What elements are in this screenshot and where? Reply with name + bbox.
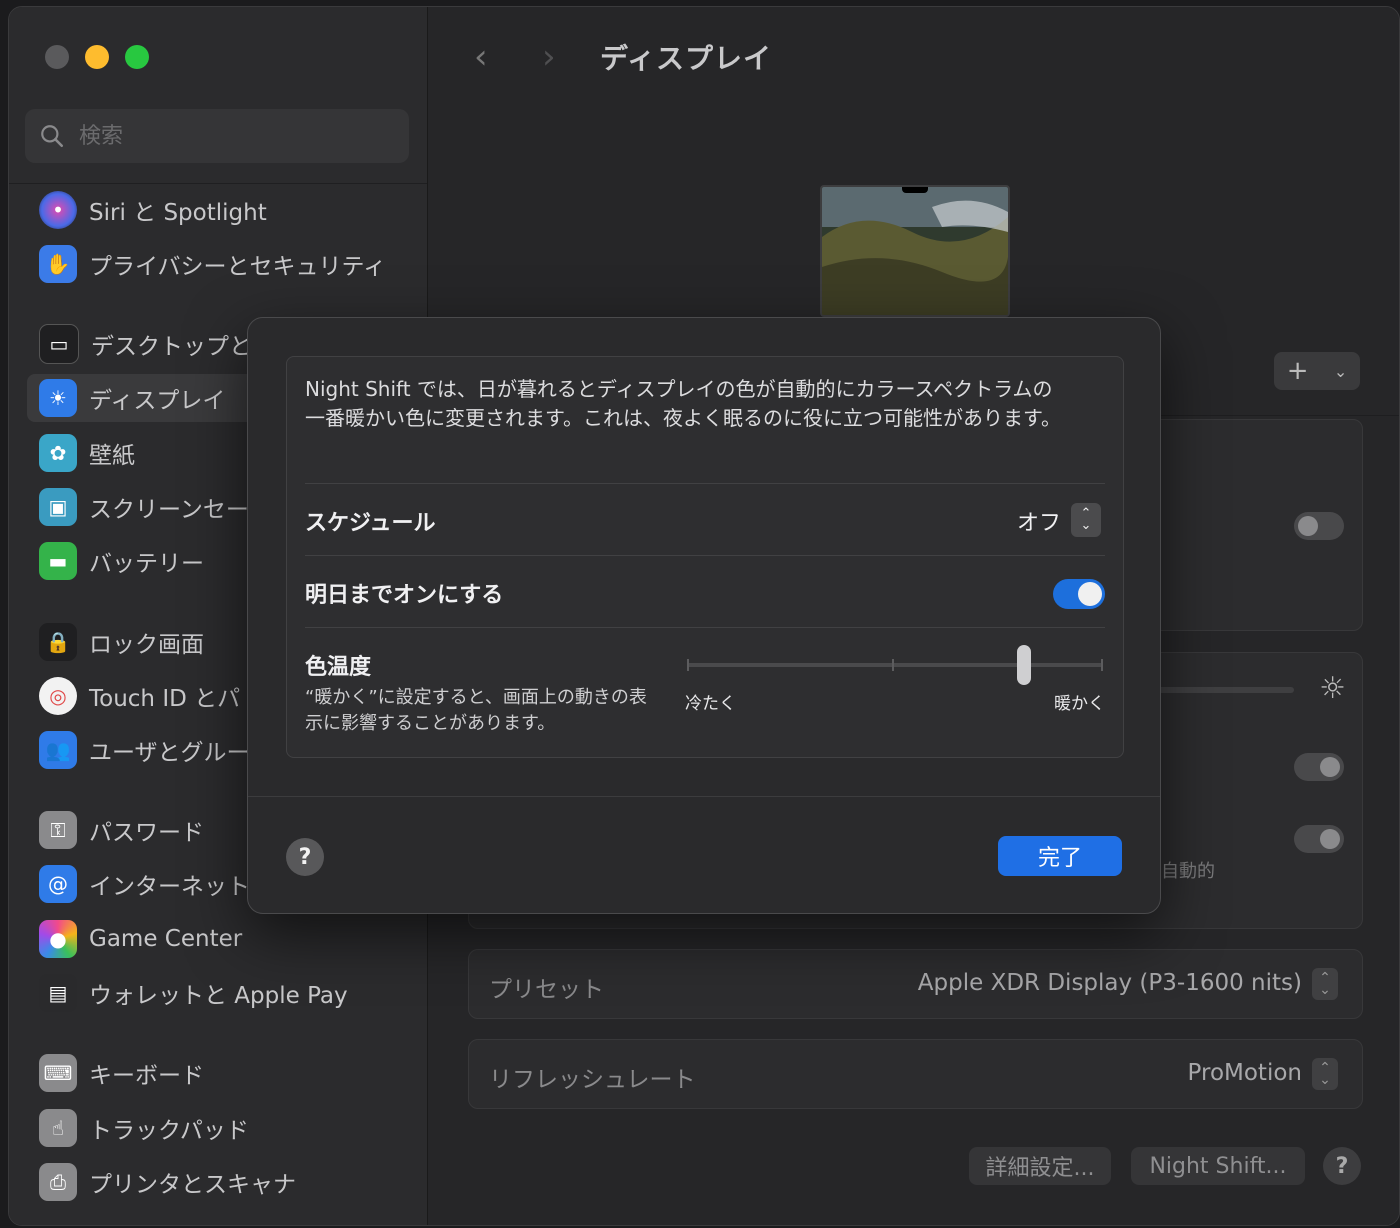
true-tone-toggle[interactable]: [1294, 825, 1344, 853]
slider-thumb[interactable]: [1017, 645, 1031, 685]
wallpaper-preview: [822, 187, 1008, 315]
dock-icon: ▭: [39, 324, 79, 364]
chevron-down-icon: ⌄: [1333, 361, 1348, 381]
help-button[interactable]: ?: [1323, 1147, 1361, 1185]
sidebar-item-label: デスクトップと: [91, 334, 252, 360]
minimize-button[interactable]: [85, 45, 109, 69]
sheet-help-button[interactable]: ?: [286, 838, 324, 876]
trackpad-icon: ☝: [39, 1109, 77, 1147]
refresh-rate-value: ProMotion: [1187, 1060, 1302, 1086]
zoom-button[interactable]: [125, 45, 149, 69]
advanced-button[interactable]: 詳細設定...: [969, 1147, 1111, 1185]
sidebar-item-wallet[interactable]: ▤ ウォレットと Apple Pay: [27, 969, 407, 1017]
back-chevron-icon[interactable]: ‹: [474, 37, 488, 77]
sidebar-item-label: ディスプレイ: [89, 388, 226, 414]
until-tomorrow-toggle[interactable]: [1053, 579, 1105, 609]
sidebar-item-label: スクリーンセー: [89, 497, 249, 523]
fingerprint-icon: ◎: [39, 677, 77, 715]
preset-value: Apple XDR Display (P3-1600 nits): [917, 970, 1302, 996]
close-button[interactable]: [45, 45, 69, 69]
lock-icon: 🔒: [39, 623, 77, 661]
sidebar-item-keyboard[interactable]: ⌨ キーボード: [27, 1049, 407, 1097]
sidebar-item-label: トラックパッド: [89, 1118, 249, 1144]
sidebar-item-siri[interactable]: • Siri と Spotlight: [27, 186, 407, 234]
refresh-rate-row[interactable]: リフレッシュレート ProMotion ⌃ ⌄: [468, 1039, 1363, 1109]
game-center-icon: ●: [39, 920, 77, 958]
behind-toggle[interactable]: [1294, 512, 1344, 540]
color-temp-note: “暖かく”に設定すると、画面上の動きの表示に影響することがあります。: [305, 687, 647, 734]
plus-icon: +: [1286, 356, 1309, 386]
printer-icon: ⎙: [39, 1163, 77, 1201]
night-shift-panel: Night Shift では、日が暮れるとディスプレイの色が自動的にカラースペク…: [286, 356, 1124, 758]
wallet-icon: ▤: [39, 974, 77, 1012]
refresh-rate-label: リフレッシュレート: [489, 1067, 696, 1093]
sidebar-item-label: キーボード: [89, 1063, 204, 1089]
auto-brightness-toggle[interactable]: [1294, 753, 1344, 781]
window-controls: [45, 45, 149, 69]
refresh-stepper-icon[interactable]: ⌃ ⌄: [1312, 1058, 1338, 1090]
sidebar-item-label: 壁紙: [89, 443, 135, 469]
sun-icon: ☀: [39, 379, 77, 417]
preset-row[interactable]: プリセット Apple XDR Display (P3-1600 nits) ⌃…: [468, 949, 1363, 1019]
search-icon: [41, 125, 64, 148]
preset-stepper-icon[interactable]: ⌃ ⌄: [1312, 968, 1338, 1000]
until-tomorrow-label: 明日までオンにする: [305, 583, 504, 608]
done-button[interactable]: 完了: [998, 836, 1122, 876]
night-shift-sheet: Night Shift では、日が暮れるとディスプレイの色が自動的にカラースペク…: [247, 317, 1161, 914]
siri-icon: •: [39, 191, 77, 229]
behind-label: 自動的: [1161, 861, 1215, 882]
forward-chevron-icon[interactable]: ›: [542, 37, 556, 77]
sidebar-item-label: プライバシーとセキュリティ: [89, 254, 387, 280]
sidebar-item-label: パスワード: [89, 820, 204, 846]
preset-label: プリセット: [489, 977, 604, 1003]
flower-icon: ✿: [39, 434, 77, 472]
sidebar-item-label: ユーザとグルー: [89, 740, 250, 766]
schedule-label: スケジュール: [305, 511, 436, 536]
sidebar-item-label: Game Center: [89, 926, 243, 952]
battery-icon: ▬: [39, 542, 77, 580]
display-thumbnail[interactable]: [820, 185, 1010, 317]
sidebar-item-game-center[interactable]: ● Game Center: [27, 915, 407, 963]
sidebar-item-trackpad[interactable]: ☝ トラックパッド: [27, 1104, 407, 1152]
slider-min-label: 冷たく: [685, 694, 736, 714]
keyboard-icon: ⌨: [39, 1054, 77, 1092]
color-temp-label: 色温度: [305, 655, 372, 680]
search-input[interactable]: [77, 122, 381, 150]
hand-icon: ✋: [39, 245, 77, 283]
slider-max-label: 暖かく: [1054, 694, 1105, 714]
sidebar-item-label: プリンタとスキャナ: [89, 1172, 296, 1198]
key-icon: ⚿: [39, 811, 77, 849]
sidebar-item-privacy[interactable]: ✋ プライバシーとセキュリティ: [27, 240, 407, 288]
page-title: ディスプレイ: [600, 42, 773, 75]
night-shift-description: Night Shift では、日が暮れるとディスプレイの色が自動的にカラースペク…: [305, 377, 1061, 430]
add-display-button[interactable]: + ⌄: [1274, 352, 1360, 390]
search-field[interactable]: [25, 109, 409, 163]
schedule-value[interactable]: オフ: [1017, 505, 1061, 537]
sidebar-item-label: Touch ID とパ: [89, 686, 241, 712]
screensaver-icon: ▣: [39, 488, 77, 526]
sidebar-item-label: バッテリー: [89, 551, 204, 577]
sidebar-item-printers[interactable]: ⎙ プリンタとスキャナ: [27, 1158, 407, 1206]
schedule-stepper-icon[interactable]: ⌃ ⌄: [1071, 503, 1101, 537]
sidebar-item-label: Siri と Spotlight: [89, 200, 267, 226]
at-icon: @: [39, 865, 77, 903]
sun-icon: ☼: [1319, 671, 1346, 706]
sidebar-item-label: インターネット: [89, 874, 250, 900]
color-temp-slider[interactable]: [687, 645, 1103, 685]
users-icon: 👥: [39, 731, 77, 769]
sidebar-item-label: ロック画面: [89, 632, 204, 658]
night-shift-button[interactable]: Night Shift...: [1131, 1147, 1305, 1185]
sidebar-item-label: ウォレットと Apple Pay: [89, 983, 348, 1009]
